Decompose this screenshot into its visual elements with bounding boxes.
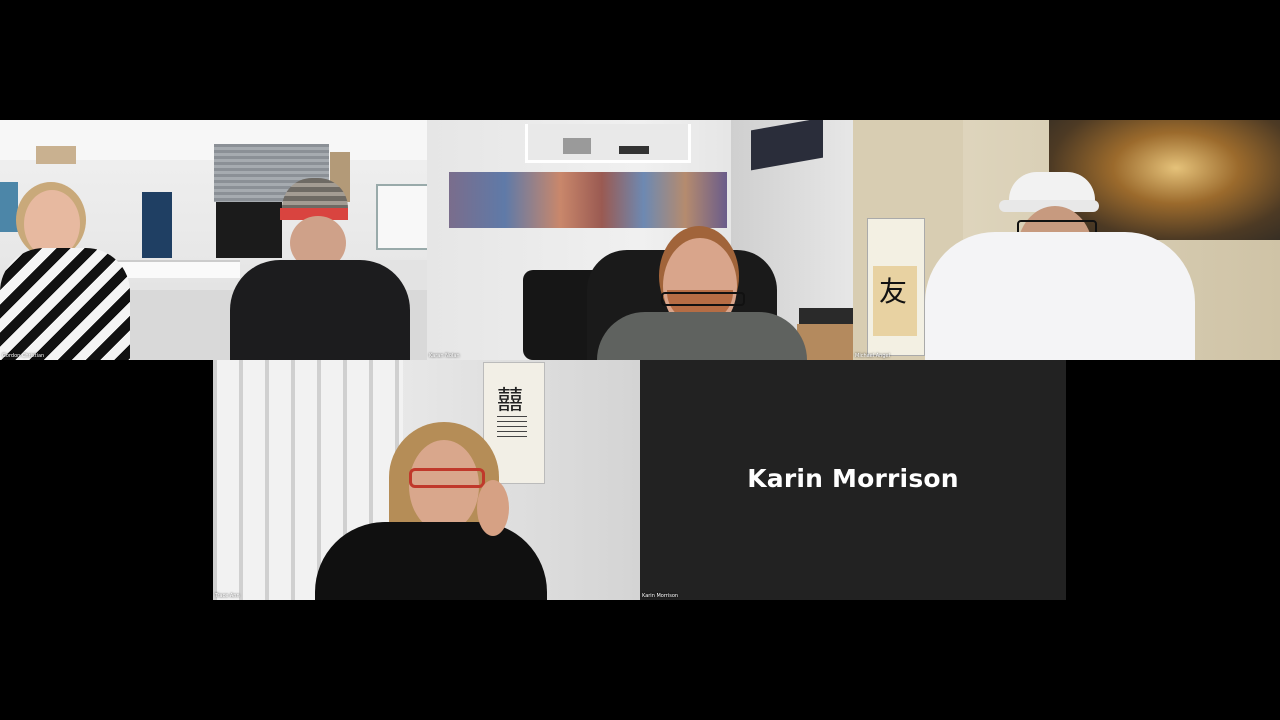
- video-tile-gordon-christian[interactable]: Gordon Christian: [0, 120, 427, 360]
- video-tile-trace-ann[interactable]: 囍 Trace Ann: [213, 360, 640, 600]
- participant-name-label: Karin Morrison: [642, 593, 679, 599]
- video-feed: 囍: [213, 360, 640, 600]
- participant-name-label: Michael Angel: [855, 353, 890, 359]
- video-feed: [427, 120, 853, 360]
- participant-display-name: Karin Morrison: [747, 464, 959, 493]
- video-tile-karin-morrison[interactable]: Karin Morrison Karin Morrison: [640, 360, 1066, 600]
- participant-name-label: Karan Nolan: [429, 353, 460, 359]
- scroll-character: 囍: [497, 386, 524, 416]
- video-feed: 友: [853, 120, 1280, 360]
- scroll-character: 友: [879, 275, 908, 308]
- video-tile-karan-nolan[interactable]: Karan Nolan: [427, 120, 853, 360]
- video-tile-michael-angel[interactable]: 友 Michael Angel: [853, 120, 1280, 360]
- participant-name-label: Trace Ann: [215, 593, 240, 599]
- participant-name-label: Gordon Christian: [2, 353, 45, 359]
- video-feed: [0, 120, 427, 360]
